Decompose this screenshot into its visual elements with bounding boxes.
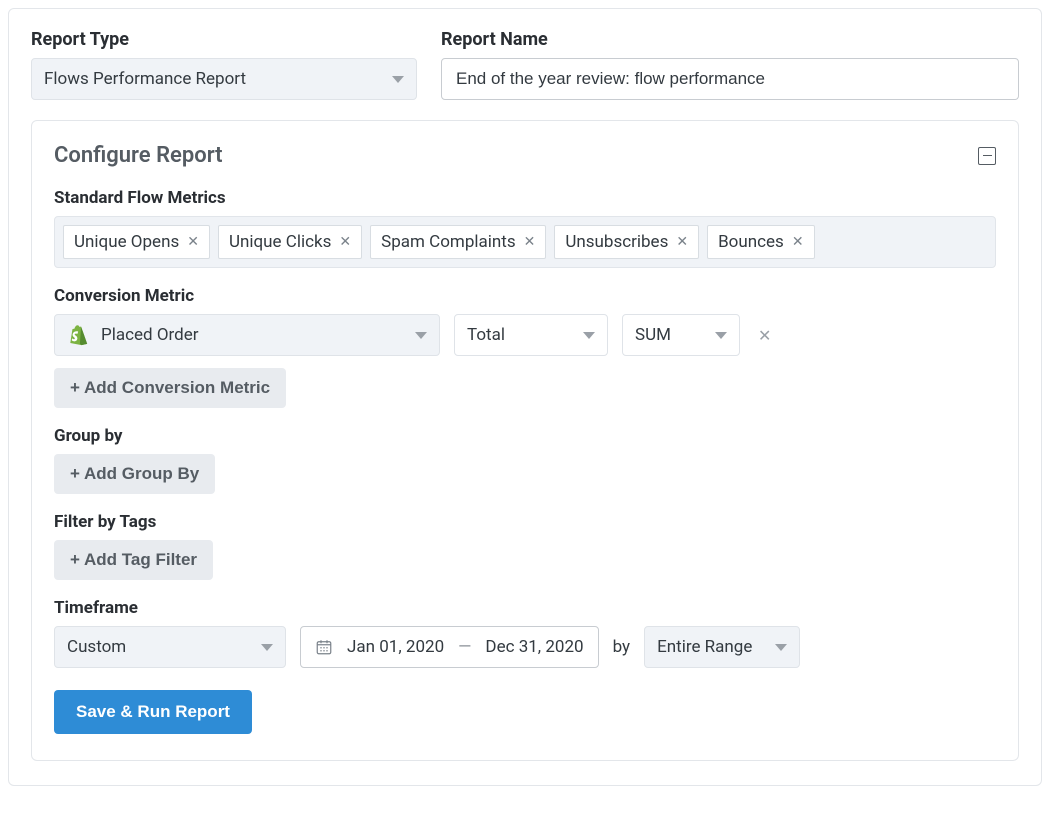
standard-metrics-well[interactable]: Unique Opens ✕ Unique Clicks ✕ Spam Comp…	[54, 216, 996, 268]
chevron-down-icon	[415, 332, 427, 339]
group-by-label: Group by	[54, 426, 996, 446]
minus-icon	[983, 155, 992, 157]
collapse-toggle[interactable]	[978, 147, 996, 165]
timeframe-type-value: Custom	[67, 637, 126, 657]
report-type-value: Flows Performance Report	[44, 69, 246, 89]
metric-tag: Bounces ✕	[707, 225, 814, 259]
start-date: Jan 01, 2020	[347, 637, 444, 657]
configure-header: Configure Report	[54, 143, 996, 168]
end-date: Dec 31, 2020	[485, 637, 583, 657]
report-type-group: Report Type Flows Performance Report	[31, 29, 417, 100]
close-icon[interactable]: ✕	[187, 234, 199, 250]
close-icon[interactable]: ✕	[676, 234, 688, 250]
shopify-icon	[67, 324, 89, 346]
timeframe-by-value: Entire Range	[657, 637, 752, 657]
conversion-agg-select[interactable]: Total	[454, 314, 608, 356]
by-label: by	[613, 637, 631, 657]
conversion-agg-value: Total	[467, 325, 505, 345]
close-icon[interactable]: ✕	[792, 234, 804, 250]
timeframe-by-select[interactable]: Entire Range	[644, 626, 800, 668]
report-name-input[interactable]	[441, 58, 1019, 100]
metric-tag-label: Unique Clicks	[229, 232, 331, 252]
remove-conversion-button[interactable]: ✕	[754, 326, 775, 345]
standard-metrics-label: Standard Flow Metrics	[54, 188, 996, 208]
metric-tag-label: Bounces	[718, 232, 784, 252]
date-separator: —	[458, 637, 471, 657]
configure-report-panel: Configure Report Standard Flow Metrics U…	[31, 120, 1019, 761]
chevron-down-icon	[715, 332, 727, 339]
report-builder-panel: Report Type Flows Performance Report Rep…	[8, 8, 1042, 786]
metric-tag: Unique Clicks ✕	[218, 225, 362, 259]
conversion-func-value: SUM	[635, 325, 671, 345]
close-icon[interactable]: ✕	[524, 234, 536, 250]
add-group-by-button[interactable]: + Add Group By	[54, 454, 215, 494]
filter-by-tags-label: Filter by Tags	[54, 512, 996, 532]
timeframe-label: Timeframe	[54, 598, 996, 618]
report-name-label: Report Name	[441, 29, 1019, 50]
conversion-func-select[interactable]: SUM	[622, 314, 740, 356]
chevron-down-icon	[775, 644, 787, 651]
metric-tag-label: Spam Complaints	[381, 232, 515, 252]
timeframe-type-select[interactable]: Custom	[54, 626, 286, 668]
calendar-icon	[315, 638, 333, 656]
report-type-label: Report Type	[31, 29, 417, 50]
chevron-down-icon	[261, 644, 273, 651]
add-tag-filter-button[interactable]: + Add Tag Filter	[54, 540, 213, 580]
close-icon[interactable]: ✕	[339, 234, 351, 250]
chevron-down-icon	[583, 332, 595, 339]
timeframe-row: Custom Jan 01, 2020 — Dec 31, 2020 by En…	[54, 626, 996, 668]
date-range-picker[interactable]: Jan 01, 2020 — Dec 31, 2020	[300, 626, 599, 668]
save-run-report-button[interactable]: Save & Run Report	[54, 690, 252, 734]
report-name-group: Report Name	[441, 29, 1019, 100]
report-type-select[interactable]: Flows Performance Report	[31, 58, 417, 100]
conversion-metric-select[interactable]: Placed Order	[54, 314, 440, 356]
metric-tag: Unique Opens ✕	[63, 225, 210, 259]
configure-title: Configure Report	[54, 143, 223, 168]
metric-tag: Unsubscribes ✕	[554, 225, 699, 259]
add-conversion-metric-button[interactable]: + Add Conversion Metric	[54, 368, 286, 408]
top-row: Report Type Flows Performance Report Rep…	[31, 29, 1019, 100]
conversion-metric-value: Placed Order	[101, 325, 198, 345]
metric-tag-label: Unsubscribes	[565, 232, 668, 252]
chevron-down-icon	[392, 76, 404, 83]
metric-tag: Spam Complaints ✕	[370, 225, 546, 259]
conversion-row: Placed Order Total SUM ✕	[54, 314, 996, 356]
conversion-metric-label: Conversion Metric	[54, 286, 996, 306]
metric-tag-label: Unique Opens	[74, 232, 179, 252]
